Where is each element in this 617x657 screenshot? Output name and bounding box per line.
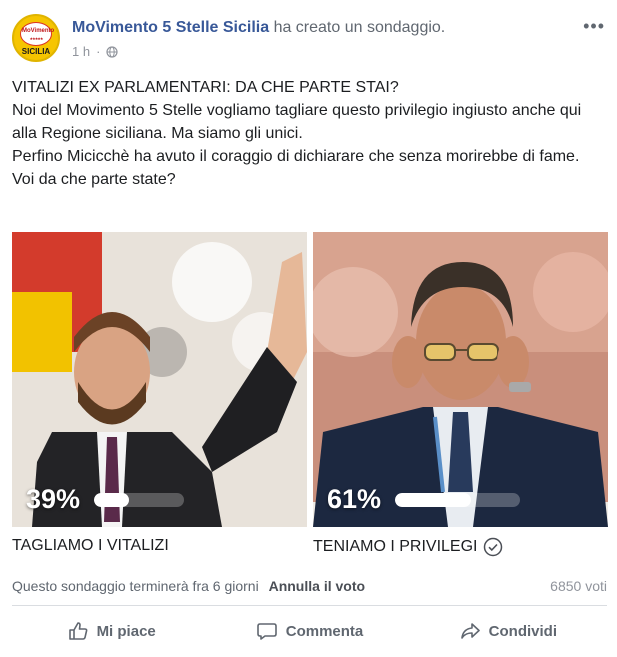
poll-option-label[interactable]: TENIAMO I PRIVILEGI [313,537,503,557]
poll-option-tagliamo[interactable]: 39% [12,232,307,527]
poll-option-label[interactable]: TAGLIAMO I VITALIZI [12,537,169,555]
comment-label: Commenta [285,622,364,640]
post-actions-bar: Mi piace Commenta Condividi [12,612,607,650]
avatar-logo-ring [20,22,52,46]
post-text-line: Perfino Micicchè ha avuto il coraggio di… [12,148,580,165]
poll-result-bar-fill [395,493,472,507]
like-button[interactable]: Mi piace [12,612,210,650]
post-meta: 1 h · [72,44,119,59]
share-button[interactable]: Condividi [409,612,607,650]
globe-icon[interactable] [106,45,119,58]
avatar-stars: ★★★★★ [29,36,44,41]
poll-footer: Questo sondaggio terminerà fra 6 giorni … [12,578,607,594]
candidate-photo-right [313,232,608,527]
more-options-icon[interactable]: ••• [583,16,605,37]
post-text-line: Noi del Movimento 5 Stelle vogliamo tagl… [12,102,582,142]
comment-button[interactable]: Commenta [210,612,408,650]
thumbs-up-icon [68,622,87,640]
like-label: Mi piace [96,622,156,640]
candidate-photo-left [12,232,307,527]
post-body: VITALIZI EX PARLAMENTARI: DA CHE PARTE S… [12,76,607,191]
poll-option-text: TAGLIAMO I VITALIZI [12,537,169,554]
page-name-link[interactable]: MoVimento 5 Stelle Sicilia [72,19,269,36]
poll-result-bar [94,493,184,507]
vote-count[interactable]: 6850 voti [550,578,607,594]
avatar-region-text: SICILIA [21,47,51,56]
post-timestamp[interactable]: 1 h [72,44,90,59]
cancel-vote-link[interactable]: Annulla il voto [269,578,365,594]
poll-percentage: 61% [327,484,382,514]
avatar-logo-text: MoVimento [22,28,55,34]
post-header: MoVimento ★★★★★ SICILIA MoVimento 5 Stel… [12,10,605,62]
poll-option-text: TENIAMO I PRIVILEGI [313,538,478,555]
check-circle-icon [484,537,503,557]
divider [12,605,607,606]
poll-option-teniamo[interactable]: 61% [313,232,608,527]
share-icon [460,623,480,639]
post-title-line: MoVimento 5 Stelle Sicilia ha creato un … [72,19,445,37]
post-text-line: Voi da che parte state? [12,171,176,188]
poll-percentage: 39% [26,484,81,514]
poll-status-text: Questo sondaggio terminerà fra 6 giorni [12,578,259,594]
poll-result-bar-fill [94,493,130,507]
comment-icon [256,623,277,640]
post-text-line: VITALIZI EX PARLAMENTARI: DA CHE PARTE S… [12,79,399,96]
share-label: Condividi [488,622,557,640]
poll-result-bar [395,493,520,507]
page-avatar[interactable]: MoVimento ★★★★★ SICILIA [12,14,60,62]
post-action-text: ha creato un sondaggio. [273,19,446,36]
